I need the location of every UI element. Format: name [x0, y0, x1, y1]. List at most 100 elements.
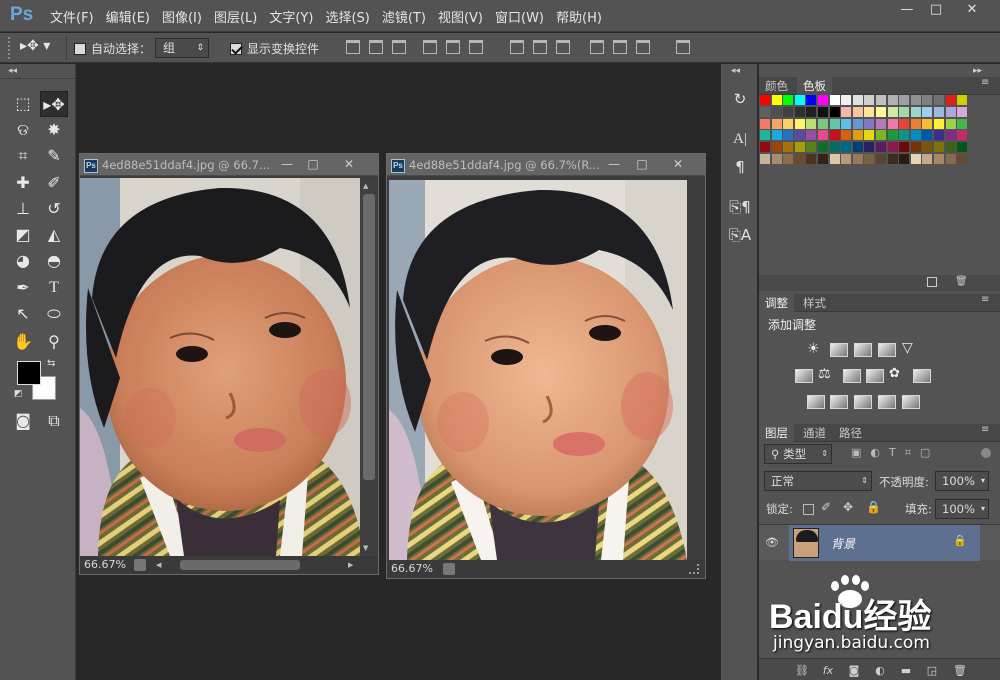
lock-transparent-icon[interactable] — [803, 504, 814, 515]
doc-close-button[interactable]: ✕ — [667, 155, 689, 173]
filter-toggle-icon[interactable] — [981, 448, 991, 458]
swatch[interactable] — [852, 130, 863, 141]
new-swatch-icon[interactable] — [927, 277, 937, 287]
fill-input[interactable]: 100% ▾ — [935, 499, 989, 519]
swatch[interactable] — [945, 154, 956, 164]
menu-filter[interactable]: 滤镜(T) — [376, 7, 432, 26]
menu-edit[interactable]: 编辑(E) — [100, 7, 156, 26]
swatch[interactable] — [876, 106, 886, 117]
swatch[interactable] — [864, 142, 875, 153]
swatch[interactable] — [829, 142, 840, 153]
zoom-tool-icon[interactable]: ⚲ — [40, 329, 68, 355]
swatch[interactable] — [887, 142, 898, 153]
align-hcenter-icon[interactable] — [446, 40, 460, 54]
swatch[interactable] — [818, 118, 828, 129]
minimize-button[interactable]: — — [893, 2, 921, 18]
hand-tool-icon[interactable]: ✋ — [9, 329, 37, 355]
swatch[interactable] — [818, 95, 828, 105]
swatch[interactable] — [771, 95, 782, 105]
threshold-icon[interactable] — [854, 395, 872, 409]
swatch[interactable] — [806, 106, 817, 117]
swatch[interactable] — [771, 118, 782, 129]
align-bottom-icon[interactable] — [392, 40, 406, 54]
distribute-right-icon[interactable] — [636, 40, 650, 54]
levels-icon[interactable] — [830, 343, 848, 357]
paragraph-panel-icon[interactable]: ¶ — [728, 156, 752, 178]
menu-window[interactable]: 窗口(W) — [489, 7, 550, 26]
tab-adjustments[interactable]: 调整 — [759, 294, 794, 312]
document-tab-1[interactable]: Ps 4ed88e51ddaf4.jpg @ 66.7... — [80, 154, 378, 176]
swatch[interactable] — [910, 154, 921, 164]
stamp-tool-icon[interactable]: ⊥ — [9, 196, 37, 222]
channel-mixer-icon[interactable]: ✿ — [889, 366, 900, 381]
swatch[interactable] — [841, 142, 852, 153]
swatch[interactable] — [841, 130, 852, 141]
crop-tool-icon[interactable]: ⌗ — [9, 143, 37, 169]
swatch[interactable] — [957, 130, 968, 141]
swatch[interactable] — [841, 154, 852, 164]
layer-style-icon[interactable]: fx — [821, 664, 835, 677]
swatch[interactable] — [771, 130, 782, 141]
swatch[interactable] — [934, 106, 944, 117]
swatch[interactable] — [876, 142, 886, 153]
menu-type[interactable]: 文字(Y) — [263, 7, 319, 26]
panel-menu-icon[interactable]: ≡ — [981, 424, 989, 435]
hue-saturation-icon[interactable] — [795, 369, 813, 383]
swatch[interactable] — [934, 95, 944, 105]
swatch[interactable] — [876, 95, 886, 105]
swatch[interactable] — [922, 154, 933, 164]
screen-mode-icon[interactable]: ⧉ — [40, 408, 68, 434]
show-transform-checkbox[interactable] — [230, 41, 242, 55]
swatch-grid[interactable] — [760, 95, 972, 179]
swatch[interactable] — [852, 154, 863, 164]
blend-mode-dropdown[interactable]: 正常 ⇕ — [764, 471, 872, 491]
swatch[interactable] — [783, 118, 794, 129]
vibrance-icon[interactable]: ▽ — [902, 340, 913, 356]
swatch[interactable] — [771, 106, 782, 117]
swatch[interactable] — [899, 118, 910, 129]
swatch[interactable] — [852, 95, 863, 105]
menu-select[interactable]: 选择(S) — [319, 7, 375, 26]
doc-minimize-button[interactable]: — — [603, 155, 625, 173]
doc-minimize-button[interactable]: — — [276, 155, 298, 173]
swatch[interactable] — [922, 106, 933, 117]
swatch[interactable] — [910, 106, 921, 117]
magic-wand-icon[interactable]: ✸ — [40, 117, 68, 143]
swatch[interactable] — [794, 130, 805, 141]
default-colors-icon[interactable]: ◩ — [14, 389, 23, 399]
swatch[interactable] — [934, 142, 944, 153]
photo-filter-icon[interactable] — [866, 369, 884, 383]
gradient-map-icon[interactable] — [902, 395, 920, 409]
swatch[interactable] — [783, 106, 794, 117]
swatch[interactable] — [945, 130, 956, 141]
swatch[interactable] — [829, 106, 840, 117]
swatch[interactable] — [887, 118, 898, 129]
black-white-icon[interactable] — [843, 369, 861, 383]
posterize-icon[interactable] — [830, 395, 848, 409]
lock-all-icon[interactable]: 🔒 — [866, 500, 881, 514]
swatch[interactable] — [818, 142, 828, 153]
distribute-bottom-icon[interactable] — [556, 40, 570, 54]
canvas-photo-2[interactable] — [389, 180, 687, 560]
quick-mask-icon[interactable]: ◙ — [9, 408, 37, 434]
swatch[interactable] — [876, 118, 886, 129]
document-window-1[interactable]: Ps 4ed88e51ddaf4.jpg @ 66.7... — □ ✕ ▲ ▼… — [79, 153, 379, 575]
ellipse-tool-icon[interactable]: ⬭ — [40, 301, 68, 327]
swatch[interactable] — [945, 106, 956, 117]
status-menu-icon[interactable] — [443, 563, 455, 575]
zoom-level-1[interactable]: 66.67% — [84, 558, 126, 571]
swatch[interactable] — [852, 118, 863, 129]
swatch[interactable] — [864, 95, 875, 105]
swatch[interactable] — [806, 95, 817, 105]
swatch[interactable] — [760, 142, 770, 153]
swatch[interactable] — [783, 130, 794, 141]
menu-layer[interactable]: 图层(L) — [208, 7, 263, 26]
color-lookup-icon[interactable] — [913, 369, 931, 383]
swatch[interactable] — [818, 106, 828, 117]
swatch[interactable] — [934, 118, 944, 129]
move-tool-preset-icon[interactable]: ▸✥ ▾ — [20, 38, 50, 54]
swatch[interactable] — [806, 118, 817, 129]
scroll-left-icon[interactable]: ◀ — [156, 556, 161, 574]
distribute-vcenter-icon[interactable] — [533, 40, 547, 54]
adjustment-layer-icon[interactable]: ◐ — [873, 664, 887, 677]
